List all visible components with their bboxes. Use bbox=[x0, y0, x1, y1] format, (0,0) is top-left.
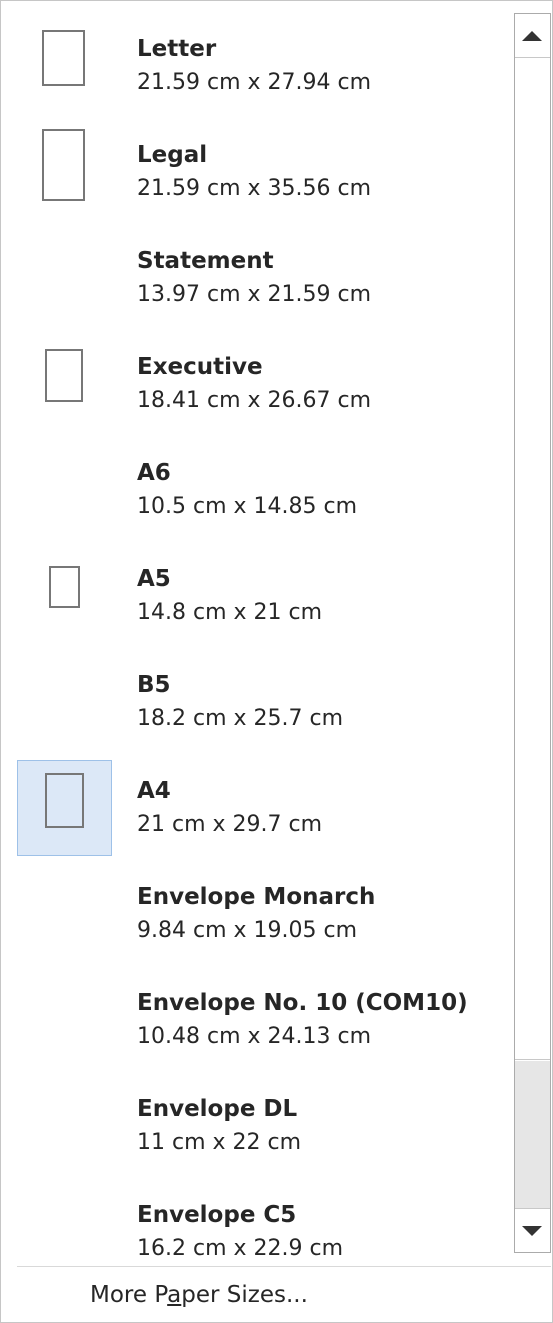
more-paper-sizes-label-end: per Sizes... bbox=[181, 1282, 308, 1308]
paper-size-dimensions: 18.2 cm x 25.7 cm bbox=[137, 706, 344, 731]
paper-size-dimensions: 21 cm x 29.7 cm bbox=[137, 812, 323, 837]
paper-size-name: Envelope Monarch bbox=[137, 884, 376, 910]
paper-size-item[interactable]: B5 18.2 cm x 25.7 cm bbox=[1, 654, 511, 760]
paper-size-dimensions: 13.97 cm x 21.59 cm bbox=[137, 282, 372, 307]
paper-icon-area bbox=[17, 1184, 112, 1258]
paper-icon-area bbox=[17, 230, 112, 326]
paper-icon-area bbox=[17, 336, 112, 432]
paper-icon-area bbox=[17, 548, 112, 644]
paper-outline-icon bbox=[45, 773, 84, 828]
paper-size-name: A5 bbox=[137, 566, 171, 592]
paper-size-item[interactable]: A5 14.8 cm x 21 cm bbox=[1, 548, 511, 654]
paper-outline-icon bbox=[49, 566, 80, 608]
paper-size-dimensions: 21.59 cm x 27.94 cm bbox=[137, 70, 372, 95]
paper-size-name: Legal bbox=[137, 142, 208, 168]
paper-outline-icon bbox=[42, 129, 85, 201]
paper-size-dimensions: 10.48 cm x 24.13 cm bbox=[137, 1024, 372, 1049]
paper-size-name: Envelope DL bbox=[137, 1096, 298, 1122]
paper-size-dimensions: 18.41 cm x 26.67 cm bbox=[137, 388, 372, 413]
paper-size-list: Letter 21.59 cm x 27.94 cm Legal 21.59 cm x… bbox=[1, 1, 511, 1258]
paper-size-item[interactable]: A6 10.5 cm x 14.85 cm bbox=[1, 442, 511, 548]
paper-size-item[interactable]: Executive 18.41 cm x 26.67 cm bbox=[1, 336, 511, 442]
scroll-track-empty[interactable] bbox=[515, 1061, 550, 1208]
paper-size-name: Statement bbox=[137, 248, 274, 274]
more-paper-sizes-accesskey: a bbox=[167, 1282, 182, 1308]
paper-outline-icon bbox=[42, 30, 85, 86]
paper-size-name: B5 bbox=[137, 672, 171, 698]
paper-size-item[interactable]: Envelope Monarch 9.84 cm x 19.05 cm bbox=[1, 866, 511, 972]
paper-size-item[interactable]: A4 21 cm x 29.7 cm bbox=[1, 760, 511, 866]
paper-icon-area bbox=[17, 866, 112, 962]
vertical-scrollbar[interactable] bbox=[514, 13, 551, 1253]
paper-size-dimensions: 11 cm x 22 cm bbox=[137, 1130, 302, 1155]
paper-icon-area bbox=[17, 442, 112, 538]
paper-size-name: Executive bbox=[137, 354, 263, 380]
paper-size-name: Envelope C5 bbox=[137, 1202, 297, 1228]
scroll-thumb[interactable] bbox=[515, 58, 550, 1060]
paper-outline-icon bbox=[45, 349, 83, 402]
triangle-up-icon bbox=[522, 31, 542, 41]
more-paper-sizes-label-start: More P bbox=[90, 1282, 168, 1308]
paper-size-dimensions: 14.8 cm x 21 cm bbox=[137, 600, 323, 625]
paper-icon-area bbox=[17, 1078, 112, 1174]
scroll-down-button[interactable] bbox=[515, 1208, 550, 1252]
paper-size-item[interactable]: Legal 21.59 cm x 35.56 cm bbox=[1, 124, 511, 230]
menu-divider bbox=[17, 1266, 551, 1267]
paper-size-item[interactable]: Envelope DL 11 cm x 22 cm bbox=[1, 1078, 511, 1184]
paper-size-dimensions: 16.2 cm x 22.9 cm bbox=[137, 1236, 344, 1258]
triangle-down-icon bbox=[522, 1226, 542, 1236]
paper-size-item[interactable]: Statement 13.97 cm x 21.59 cm bbox=[1, 230, 511, 336]
more-paper-sizes-button[interactable]: More Paper Sizes... bbox=[90, 1282, 308, 1308]
scroll-up-button[interactable] bbox=[515, 14, 550, 58]
paper-icon-area bbox=[17, 654, 112, 750]
paper-icon-area bbox=[17, 972, 112, 1068]
paper-size-item[interactable]: Envelope No. 10 (COM10) 10.48 cm x 24.13 … bbox=[1, 972, 511, 1078]
paper-size-item[interactable]: Envelope C5 16.2 cm x 22.9 cm bbox=[1, 1184, 511, 1258]
paper-size-item[interactable]: Letter 21.59 cm x 27.94 cm bbox=[1, 18, 511, 124]
paper-size-dimensions: 9.84 cm x 19.05 cm bbox=[137, 918, 358, 943]
paper-size-name: Envelope No. 10 (COM10) bbox=[137, 990, 468, 1016]
paper-size-dimensions: 10.5 cm x 14.85 cm bbox=[137, 494, 358, 519]
paper-size-name: A6 bbox=[137, 460, 171, 486]
paper-icon-area bbox=[17, 124, 112, 220]
paper-size-name: Letter bbox=[137, 36, 217, 62]
paper-size-dropdown: Letter 21.59 cm x 27.94 cm Legal 21.59 cm x… bbox=[0, 0, 553, 1323]
paper-icon-area bbox=[17, 18, 112, 114]
scroll-track[interactable] bbox=[515, 58, 550, 1208]
paper-size-dimensions: 21.59 cm x 35.56 cm bbox=[137, 176, 372, 201]
paper-size-name: A4 bbox=[137, 778, 171, 804]
paper-icon-area bbox=[17, 760, 112, 856]
